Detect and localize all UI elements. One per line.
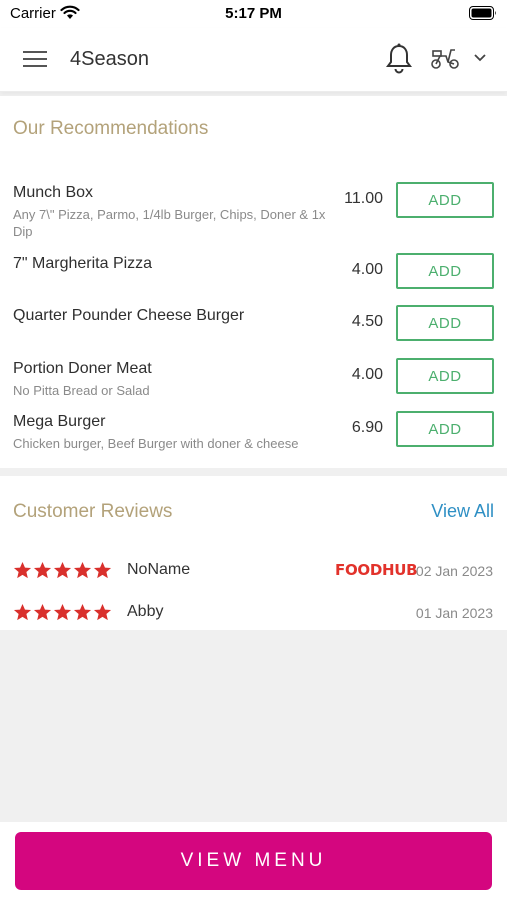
reviews-section: Customer Reviews View All NoName FOODHUB… — [0, 476, 507, 630]
recommendations-title: Our Recommendations — [13, 118, 209, 139]
menu-icon[interactable] — [22, 48, 48, 70]
review-date: 02 Jan 2023 — [415, 563, 493, 579]
view-menu-button[interactable]: VIEW MENU — [15, 832, 492, 890]
item-description: Chicken burger, Beef Burger with doner &… — [13, 436, 299, 451]
recommendation-item: Munch Box Any 7\" Pizza, Parmo, 1/4lb Bu… — [0, 182, 507, 239]
item-name: 7" Margherita Pizza — [13, 255, 153, 272]
review-row: Abby 01 Jan 2023 — [0, 601, 507, 627]
reviews-title: Customer Reviews — [13, 501, 173, 522]
app-header: 4Season — [0, 28, 507, 92]
star-rating — [13, 561, 112, 580]
star-rating — [13, 603, 112, 622]
recommendations-section: Our Recommendations Munch Box Any 7\" Pi… — [0, 96, 507, 468]
star-icon — [33, 603, 52, 621]
recommendation-item: Portion Doner Meat No Pitta Bread or Sal… — [0, 358, 507, 408]
bottom-bar: VIEW MENU — [0, 822, 507, 900]
item-description: Any 7\" Pizza, Parmo, 1/4lb Burger, Chip… — [13, 207, 326, 239]
add-button[interactable]: ADD — [396, 305, 494, 341]
status-bar: Carrier 5:17 PM — [0, 0, 507, 28]
star-icon — [73, 561, 92, 579]
item-name: Portion Doner Meat — [13, 360, 152, 377]
star-icon — [13, 561, 32, 579]
star-icon — [13, 603, 32, 621]
item-name: Quarter Pounder Cheese Burger — [13, 307, 245, 324]
item-name: Munch Box — [13, 184, 94, 201]
bell-icon[interactable] — [385, 42, 413, 76]
status-time: 5:17 PM — [225, 5, 282, 22]
battery-icon — [469, 6, 496, 20]
scooter-icon[interactable] — [430, 46, 460, 70]
star-icon — [53, 561, 72, 579]
recommendation-item: Mega Burger Chicken burger, Beef Burger … — [0, 411, 507, 461]
view-all-link[interactable]: View All — [431, 501, 494, 522]
star-icon — [93, 603, 112, 621]
chevron-down-icon[interactable] — [473, 52, 487, 64]
app-title: 4Season — [70, 48, 149, 70]
add-button[interactable]: ADD — [396, 253, 494, 289]
add-button[interactable]: ADD — [396, 358, 494, 394]
item-price: 4.00 — [351, 261, 383, 278]
item-description: No Pitta Bread or Salad — [13, 383, 150, 398]
item-price: 6.90 — [351, 419, 383, 436]
reviewer-name: NoName — [127, 561, 191, 578]
add-button[interactable]: ADD — [396, 411, 494, 447]
item-price: 4.50 — [351, 313, 383, 330]
item-price: 4.00 — [351, 366, 383, 383]
reviewer-name: Abby — [127, 603, 164, 620]
recommendation-item: Quarter Pounder Cheese Burger 4.50 ADD — [0, 305, 507, 355]
review-date: 01 Jan 2023 — [415, 605, 493, 621]
star-icon — [73, 603, 92, 621]
add-button[interactable]: ADD — [396, 182, 494, 218]
item-name: Mega Burger — [13, 413, 106, 430]
star-icon — [53, 603, 72, 621]
star-icon — [93, 561, 112, 579]
review-row: NoName FOODHUB 02 Jan 2023 — [0, 559, 507, 585]
foodhub-logo: FOODHUB — [335, 561, 418, 579]
star-icon — [33, 561, 52, 579]
recommendation-item: 7" Margherita Pizza 4.00 ADD — [0, 253, 507, 303]
item-price: 11.00 — [344, 190, 383, 207]
